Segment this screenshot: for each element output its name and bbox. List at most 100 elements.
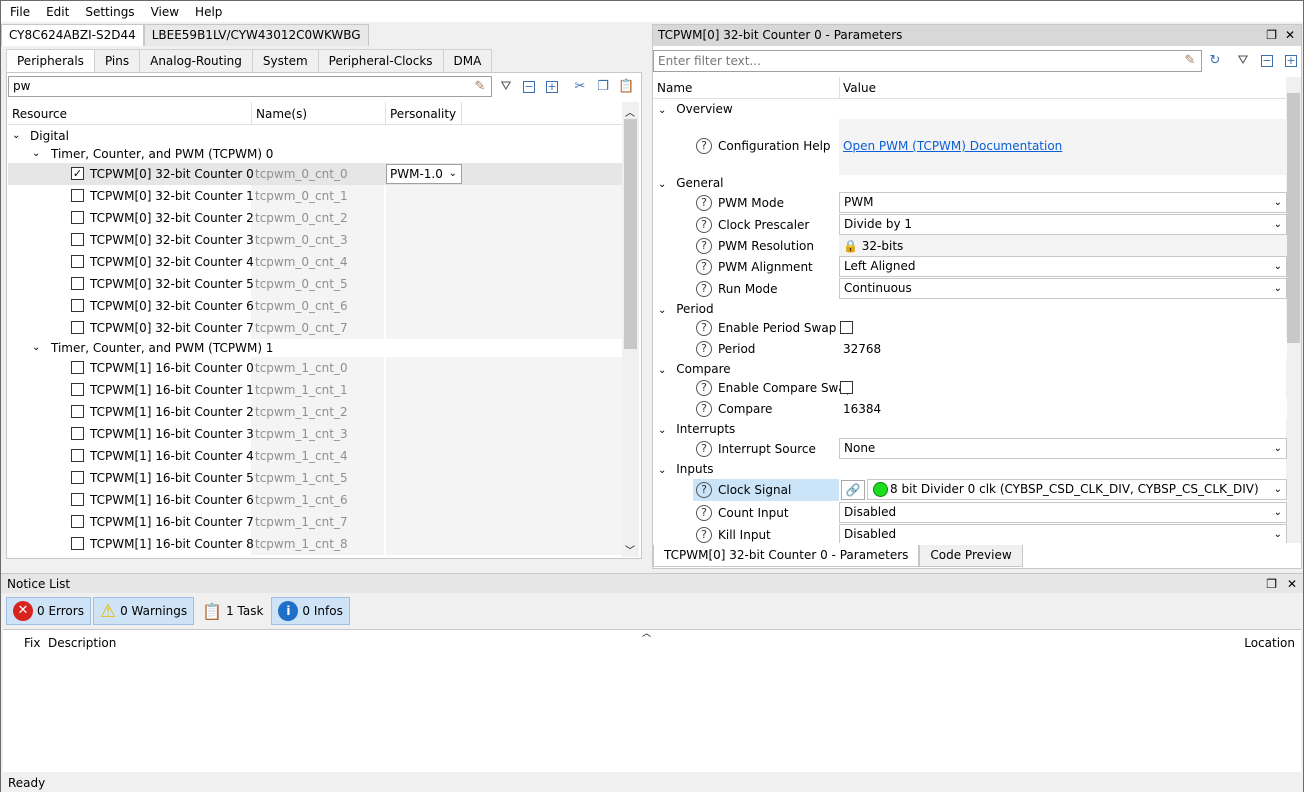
resource-checkbox[interactable]: [71, 255, 84, 268]
resource-search-input[interactable]: pw ✎: [8, 76, 492, 97]
help-icon[interactable]: ?: [696, 441, 712, 457]
count-input-select[interactable]: Disabled ⌄: [839, 502, 1287, 523]
infos-toggle[interactable]: i 0 Infos: [271, 597, 350, 625]
chevron-down-icon[interactable]: ⌄: [32, 337, 40, 359]
params-filter-input[interactable]: Enter filter text... ✎: [653, 50, 1202, 72]
help-icon[interactable]: ?: [696, 259, 712, 275]
tab-code-preview[interactable]: Code Preview: [919, 545, 1023, 567]
resource-checkbox[interactable]: [71, 515, 84, 528]
help-icon[interactable]: ?: [696, 195, 712, 211]
refresh-icon[interactable]: ↻: [1207, 53, 1223, 69]
filter-icon[interactable]: ⛛: [1235, 53, 1251, 69]
resource-checkbox[interactable]: [71, 493, 84, 506]
scroll-thumb[interactable]: [1287, 93, 1300, 343]
restore-icon[interactable]: ❐: [1266, 25, 1277, 46]
tree-row-resource[interactable]: TCPWM[0] 32-bit Counter 5 tcpwm_0_cnt_5: [8, 273, 622, 295]
tab-analog-routing[interactable]: Analog-Routing: [139, 49, 253, 72]
tree-row-resource[interactable]: TCPWM[0] 32-bit Counter 2 tcpwm_0_cnt_2: [8, 207, 622, 229]
resource-checkbox[interactable]: [71, 383, 84, 396]
kill-input-select[interactable]: Disabled ⌄: [839, 524, 1287, 543]
tree-row-resource[interactable]: TCPWM[0] 32-bit Counter 4 tcpwm_0_cnt_4: [8, 251, 622, 273]
resource-checkbox[interactable]: [71, 449, 84, 462]
tasks-toggle[interactable]: 📋 1 Task: [196, 597, 269, 625]
personality-select[interactable]: PWM-1.0 ⌄: [386, 164, 462, 184]
col-resource[interactable]: Resource: [8, 102, 252, 125]
group-interrupts[interactable]: ⌄ Interrupts: [653, 419, 735, 439]
col-fix[interactable]: Fix: [24, 636, 40, 650]
chevron-down-icon[interactable]: ⌄: [32, 143, 40, 165]
col-personality[interactable]: Personality: [386, 102, 462, 125]
tree-group-tcpwm1[interactable]: ⌄ Timer, Counter, and PWM (TCPWM) 1: [8, 337, 622, 359]
resource-checkbox[interactable]: [71, 361, 84, 374]
group-period[interactable]: ⌄ Period: [653, 299, 714, 319]
col-description[interactable]: Description: [48, 636, 116, 650]
help-icon[interactable]: ?: [696, 401, 712, 417]
group-overview[interactable]: ⌄ Overview: [653, 99, 733, 119]
clear-eraser-icon[interactable]: ✎: [1182, 53, 1198, 69]
pwm-mode-select[interactable]: PWM ⌄: [839, 192, 1287, 213]
resource-checkbox[interactable]: [71, 277, 84, 290]
tree-row-resource[interactable]: TCPWM[0] 32-bit Counter 1 tcpwm_0_cnt_1: [8, 185, 622, 207]
tab-device-mcu[interactable]: CY8C624ABZI-S2D44: [1, 24, 144, 46]
menu-help[interactable]: Help: [187, 5, 230, 19]
group-general[interactable]: ⌄ General: [653, 173, 724, 193]
paste-icon[interactable]: 📋: [618, 79, 634, 95]
scroll-down-icon[interactable]: ﹀: [625, 542, 635, 557]
resource-checkbox[interactable]: [71, 537, 84, 550]
resource-checkbox[interactable]: [71, 405, 84, 418]
clock-signal-select[interactable]: 8 bit Divider 0 clk (CYBSP_CSD_CLK_DIV, …: [867, 479, 1287, 515]
close-icon[interactable]: ✕: [1287, 574, 1297, 594]
expand-all-icon[interactable]: +: [546, 81, 558, 93]
menu-edit[interactable]: Edit: [38, 5, 77, 19]
help-icon[interactable]: ?: [696, 320, 712, 336]
tree-row-resource[interactable]: TCPWM[0] 32-bit Counter 7 tcpwm_0_cnt_7: [8, 317, 622, 339]
tab-parameters[interactable]: TCPWM[0] 32-bit Counter 0 - Parameters: [653, 545, 920, 567]
tree-row-resource[interactable]: ✓ TCPWM[0] 32-bit Counter 0 tcpwm_0_cnt_0 P…: [8, 163, 622, 185]
close-icon[interactable]: ✕: [1285, 25, 1295, 46]
menu-file[interactable]: File: [1, 5, 38, 19]
copy-icon[interactable]: ❐: [595, 79, 611, 95]
col-names[interactable]: Name(s): [252, 102, 386, 125]
tree-row-resource[interactable]: TCPWM[1] 16-bit Counter 5 tcpwm_1_cnt_5: [8, 467, 622, 489]
help-icon[interactable]: ?: [696, 482, 712, 498]
help-icon[interactable]: ?: [696, 527, 712, 543]
period-field[interactable]: 32768: [839, 338, 1287, 359]
group-inputs[interactable]: ⌄ Inputs: [653, 459, 714, 479]
tree-row-resource[interactable]: TCPWM[1] 16-bit Counter 0 tcpwm_1_cnt_0: [8, 357, 622, 379]
resource-checkbox[interactable]: [71, 299, 84, 312]
filter-icon[interactable]: ⛛: [498, 79, 514, 95]
period-swap-checkbox[interactable]: [840, 321, 853, 334]
col-location[interactable]: Location: [1244, 636, 1295, 650]
tab-peripheral-clocks[interactable]: Peripheral-Clocks: [317, 49, 444, 72]
help-icon[interactable]: ?: [696, 138, 712, 154]
resource-checkbox[interactable]: [71, 233, 84, 246]
warnings-toggle[interactable]: ⚠ 0 Warnings: [92, 597, 195, 625]
tab-pins[interactable]: Pins: [93, 49, 141, 72]
help-icon[interactable]: ?: [696, 341, 712, 357]
interrupt-source-select[interactable]: None ⌄: [839, 438, 1287, 459]
restore-icon[interactable]: ❐: [1266, 574, 1277, 594]
collapse-all-icon[interactable]: −: [523, 81, 535, 93]
errors-toggle[interactable]: ✕ 0 Errors: [6, 597, 91, 625]
tree-row-resource[interactable]: TCPWM[1] 16-bit Counter 7 tcpwm_1_cnt_7: [8, 511, 622, 533]
tab-system[interactable]: System: [251, 49, 319, 72]
resource-checkbox[interactable]: [71, 321, 84, 334]
help-icon[interactable]: ?: [696, 380, 712, 396]
tab-dma[interactable]: DMA: [442, 49, 493, 72]
tree-row-resource[interactable]: TCPWM[1] 16-bit Counter 4 tcpwm_1_cnt_4: [8, 445, 622, 467]
tree-row-resource[interactable]: TCPWM[1] 16-bit Counter 3 tcpwm_1_cnt_3: [8, 423, 622, 445]
scroll-up-icon[interactable]: ︿: [625, 104, 635, 119]
pwm-alignment-select[interactable]: Left Aligned ⌄: [839, 256, 1287, 277]
clock-prescaler-select[interactable]: Divide by 1 ⌄: [839, 214, 1287, 235]
menu-settings[interactable]: Settings: [77, 5, 142, 19]
tree-row-resource[interactable]: TCPWM[0] 32-bit Counter 3 tcpwm_0_cnt_3: [8, 229, 622, 251]
run-mode-select[interactable]: Continuous ⌄: [839, 278, 1287, 299]
resource-checkbox[interactable]: [71, 189, 84, 202]
resource-checkbox[interactable]: [71, 211, 84, 224]
tab-device-wifi[interactable]: LBEE59B1LV/CYW43012C0WKWBG: [143, 24, 369, 46]
group-compare[interactable]: ⌄ Compare: [653, 359, 731, 379]
tree-row-resource[interactable]: TCPWM[1] 16-bit Counter 2 tcpwm_1_cnt_2: [8, 401, 622, 423]
link-icon[interactable]: 🔗: [841, 480, 865, 500]
params-scrollbar[interactable]: [1286, 77, 1301, 543]
resource-checkbox[interactable]: [71, 471, 84, 484]
